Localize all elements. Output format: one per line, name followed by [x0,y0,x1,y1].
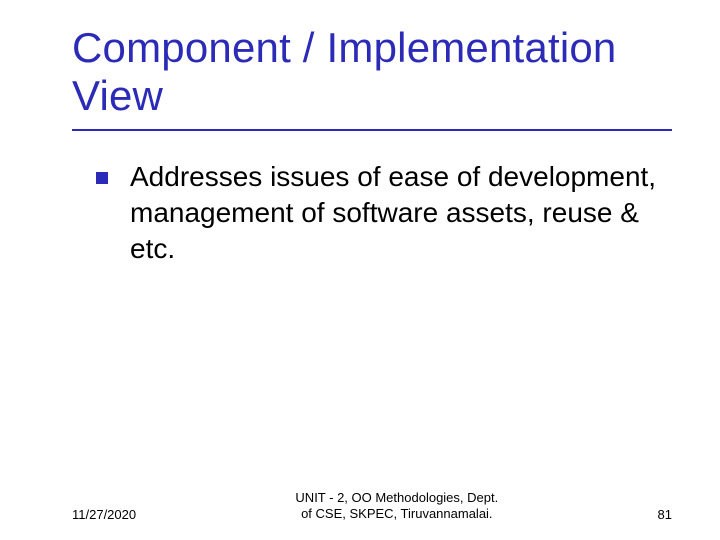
list-item: Addresses issues of ease of development,… [96,159,672,268]
footer-center-line1: UNIT - 2, OO Methodologies, Dept. [295,490,498,505]
footer-date: 11/27/2020 [72,507,136,522]
bullet-list: Addresses issues of ease of development,… [72,159,672,268]
footer-center: UNIT - 2, OO Methodologies, Dept. of CSE… [136,490,657,523]
title-underline [72,129,672,131]
slide: Component / Implementation View Addresse… [0,0,720,540]
square-bullet-icon [96,172,108,184]
footer-center-line2: of CSE, SKPEC, Tiruvannamalai. [301,506,492,521]
bullet-text: Addresses issues of ease of development,… [130,161,656,265]
slide-title: Component / Implementation View [72,24,672,121]
footer-page-number: 81 [658,507,672,522]
slide-footer: 11/27/2020 UNIT - 2, OO Methodologies, D… [0,490,720,523]
